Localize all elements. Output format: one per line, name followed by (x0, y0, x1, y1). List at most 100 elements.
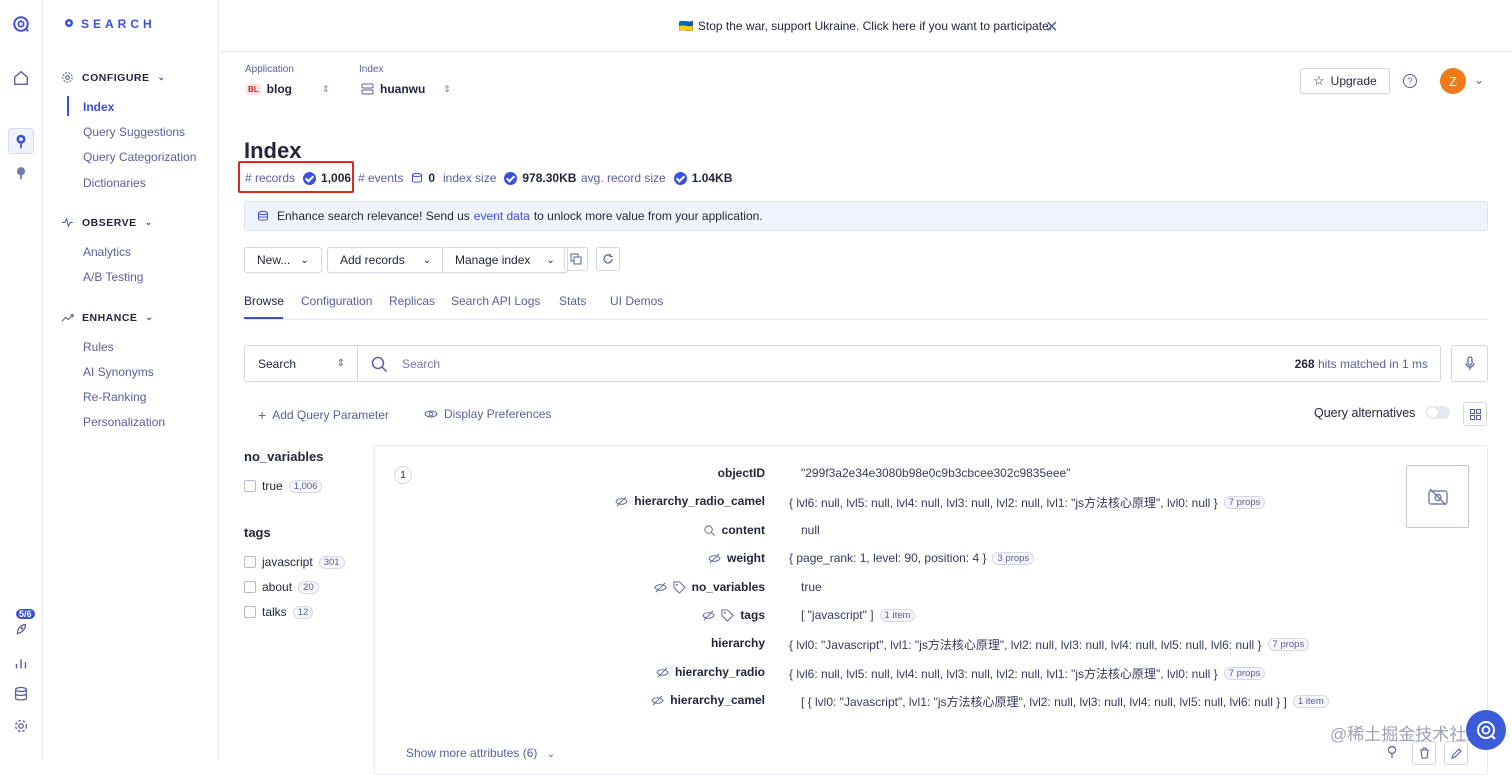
chevron-down-icon[interactable]: ⌄ (1474, 73, 1484, 87)
facet-count: 1,006 (288, 479, 323, 493)
attribute-meta[interactable]: 1 item (1292, 695, 1329, 708)
sidebar-item-re-ranking[interactable]: Re-Ranking (83, 390, 146, 404)
eye-off-icon[interactable] (656, 666, 669, 679)
grid-view-button[interactable] (1463, 402, 1487, 426)
facet-label: talks (262, 605, 287, 619)
attribute-label: weight (727, 551, 765, 565)
hits-number: 268 (1294, 357, 1315, 371)
eye-off-icon[interactable] (702, 609, 715, 622)
search-type-select[interactable]: Search ⇕ (245, 346, 358, 381)
event-data-link[interactable]: event data (474, 209, 530, 223)
application-value: blog (266, 82, 292, 96)
hits-count: 268 hits matched in 1 ms (1295, 357, 1428, 371)
index-size-value: 978.30KB (522, 171, 577, 185)
rocket-icon[interactable] (8, 617, 34, 643)
attribute-meta[interactable]: 7 props (1267, 638, 1310, 651)
sidebar-item-index[interactable]: Index (83, 100, 114, 114)
manage-index-button[interactable]: Manage index ⌄ (442, 247, 568, 273)
add-query-parameter-link[interactable]: + Add Query Parameter (258, 407, 389, 423)
sidebar-item-query-categorization[interactable]: Query Categorization (83, 150, 196, 164)
record-image-placeholder (1406, 465, 1469, 528)
attribute-name: weight (708, 551, 765, 565)
facet-item[interactable]: talks 12 (244, 605, 314, 619)
algolia-logo-icon[interactable] (8, 11, 34, 37)
add-query-parameter-label: Add Query Parameter (272, 408, 389, 422)
tab-configuration[interactable]: Configuration (301, 294, 372, 308)
eye-off-icon[interactable] (651, 694, 664, 707)
application-selector[interactable]: BL blog ⇕ (246, 82, 330, 96)
eye-off-icon[interactable] (654, 581, 667, 594)
sidebar-item-query-suggestions[interactable]: Query Suggestions (83, 125, 185, 139)
add-records-button[interactable]: Add records ⌄ (327, 247, 445, 273)
database-icon[interactable] (8, 681, 34, 707)
tab-search-api-logs[interactable]: Search API Logs (451, 294, 540, 308)
facet-count: 301 (318, 555, 345, 569)
facet-checkbox[interactable] (244, 556, 256, 568)
ukraine-banner[interactable]: 🇺🇦 Stop the war, support Ukraine. Click … (219, 0, 1512, 52)
chevron-down-icon: ⌄ (546, 254, 555, 266)
attribute-label: hierarchy_radio (674, 665, 765, 679)
close-icon[interactable]: ✕ (1045, 17, 1058, 37)
help-icon[interactable]: ? (1403, 74, 1417, 88)
show-more-attributes-link[interactable]: Show more attributes (6) ⌄ (406, 746, 555, 760)
tab-ui-demos[interactable]: UI Demos (610, 294, 663, 308)
tab-browse[interactable]: Browse (244, 294, 284, 308)
attribute-value-text: "299f3a2e34e3080b98e0c9b3cbcee302c9835ee… (801, 466, 1071, 480)
highlight-annotation (238, 161, 354, 193)
eye-off-icon[interactable] (708, 552, 721, 565)
search-input[interactable]: Search (402, 357, 440, 371)
sidebar-item-personalization[interactable]: Personalization (83, 415, 165, 429)
observe-section-header[interactable]: OBSERVE ⌄ (61, 216, 153, 229)
chevron-down-icon: ⌄ (300, 254, 309, 266)
sidebar-item-ab-testing[interactable]: A/B Testing (83, 270, 143, 284)
recommend-icon[interactable] (8, 160, 34, 186)
facet-checkbox[interactable] (244, 480, 256, 492)
attribute-value: { page_rank: 1, level: 90, position: 4 }… (789, 551, 1035, 565)
query-alternatives-toggle[interactable] (1426, 406, 1450, 419)
attribute-meta[interactable]: 7 props (1223, 496, 1266, 509)
server-icon (361, 83, 374, 95)
settings-gear-icon[interactable] (8, 713, 34, 739)
enhance-section-header[interactable]: ENHANCE ⌄ (61, 311, 153, 324)
upgrade-label: Upgrade (1330, 74, 1377, 88)
upgrade-button[interactable]: ☆ Upgrade (1300, 68, 1390, 94)
tab-stats[interactable]: Stats (559, 294, 586, 308)
facet-item[interactable]: true 1,006 (244, 479, 323, 493)
tag-icon (721, 608, 735, 622)
avatar[interactable]: Z (1440, 68, 1466, 94)
database-icon (258, 210, 268, 221)
analytics-icon[interactable] (8, 650, 34, 676)
copy-button[interactable] (564, 247, 588, 271)
attribute-meta[interactable]: 7 props (1223, 667, 1266, 680)
attribute-meta[interactable]: 1 item (879, 608, 916, 622)
attribute-label: tags (740, 608, 765, 622)
configure-section-header[interactable]: CONFIGURE ⌄ (61, 71, 166, 84)
sidebar-item-rules[interactable]: Rules (83, 340, 114, 354)
events-stat: # events 0 (358, 171, 435, 185)
help-chat-icon[interactable] (1466, 710, 1506, 750)
search-product-icon[interactable] (8, 128, 34, 154)
trash-icon (1419, 747, 1429, 759)
pin-icon[interactable] (1386, 745, 1398, 762)
sidebar-item-dictionaries[interactable]: Dictionaries (83, 176, 146, 190)
eye-off-icon[interactable] (615, 495, 628, 508)
display-preferences-link[interactable]: Display Preferences (424, 407, 551, 421)
facet-item[interactable]: javascript 301 (244, 555, 345, 569)
banner-text[interactable]: Stop the war, support Ukraine. Click her… (698, 19, 1052, 33)
refresh-button[interactable] (596, 247, 620, 271)
attribute-label: hierarchy_radio_camel (634, 494, 765, 508)
voice-search-button[interactable] (1451, 345, 1488, 382)
sidebar-item-analytics[interactable]: Analytics (83, 245, 131, 259)
sidebar-item-ai-synonyms[interactable]: AI Synonyms (83, 365, 154, 379)
new-button[interactable]: New... ⌄ (244, 247, 322, 273)
attribute-name: hierarchy_radio_camel (615, 494, 765, 508)
home-icon[interactable] (8, 65, 34, 91)
tab-replicas[interactable]: Replicas (389, 294, 435, 308)
index-selector[interactable]: huanwu ⇕ (361, 82, 451, 96)
facet-checkbox[interactable] (244, 606, 256, 618)
chevron-updown-icon: ⇕ (443, 83, 451, 94)
attribute-label: hierarchy_camel (670, 693, 765, 707)
facet-checkbox[interactable] (244, 581, 256, 593)
attribute-meta[interactable]: 3 props (992, 551, 1035, 565)
facet-item[interactable]: about 20 (244, 580, 319, 594)
